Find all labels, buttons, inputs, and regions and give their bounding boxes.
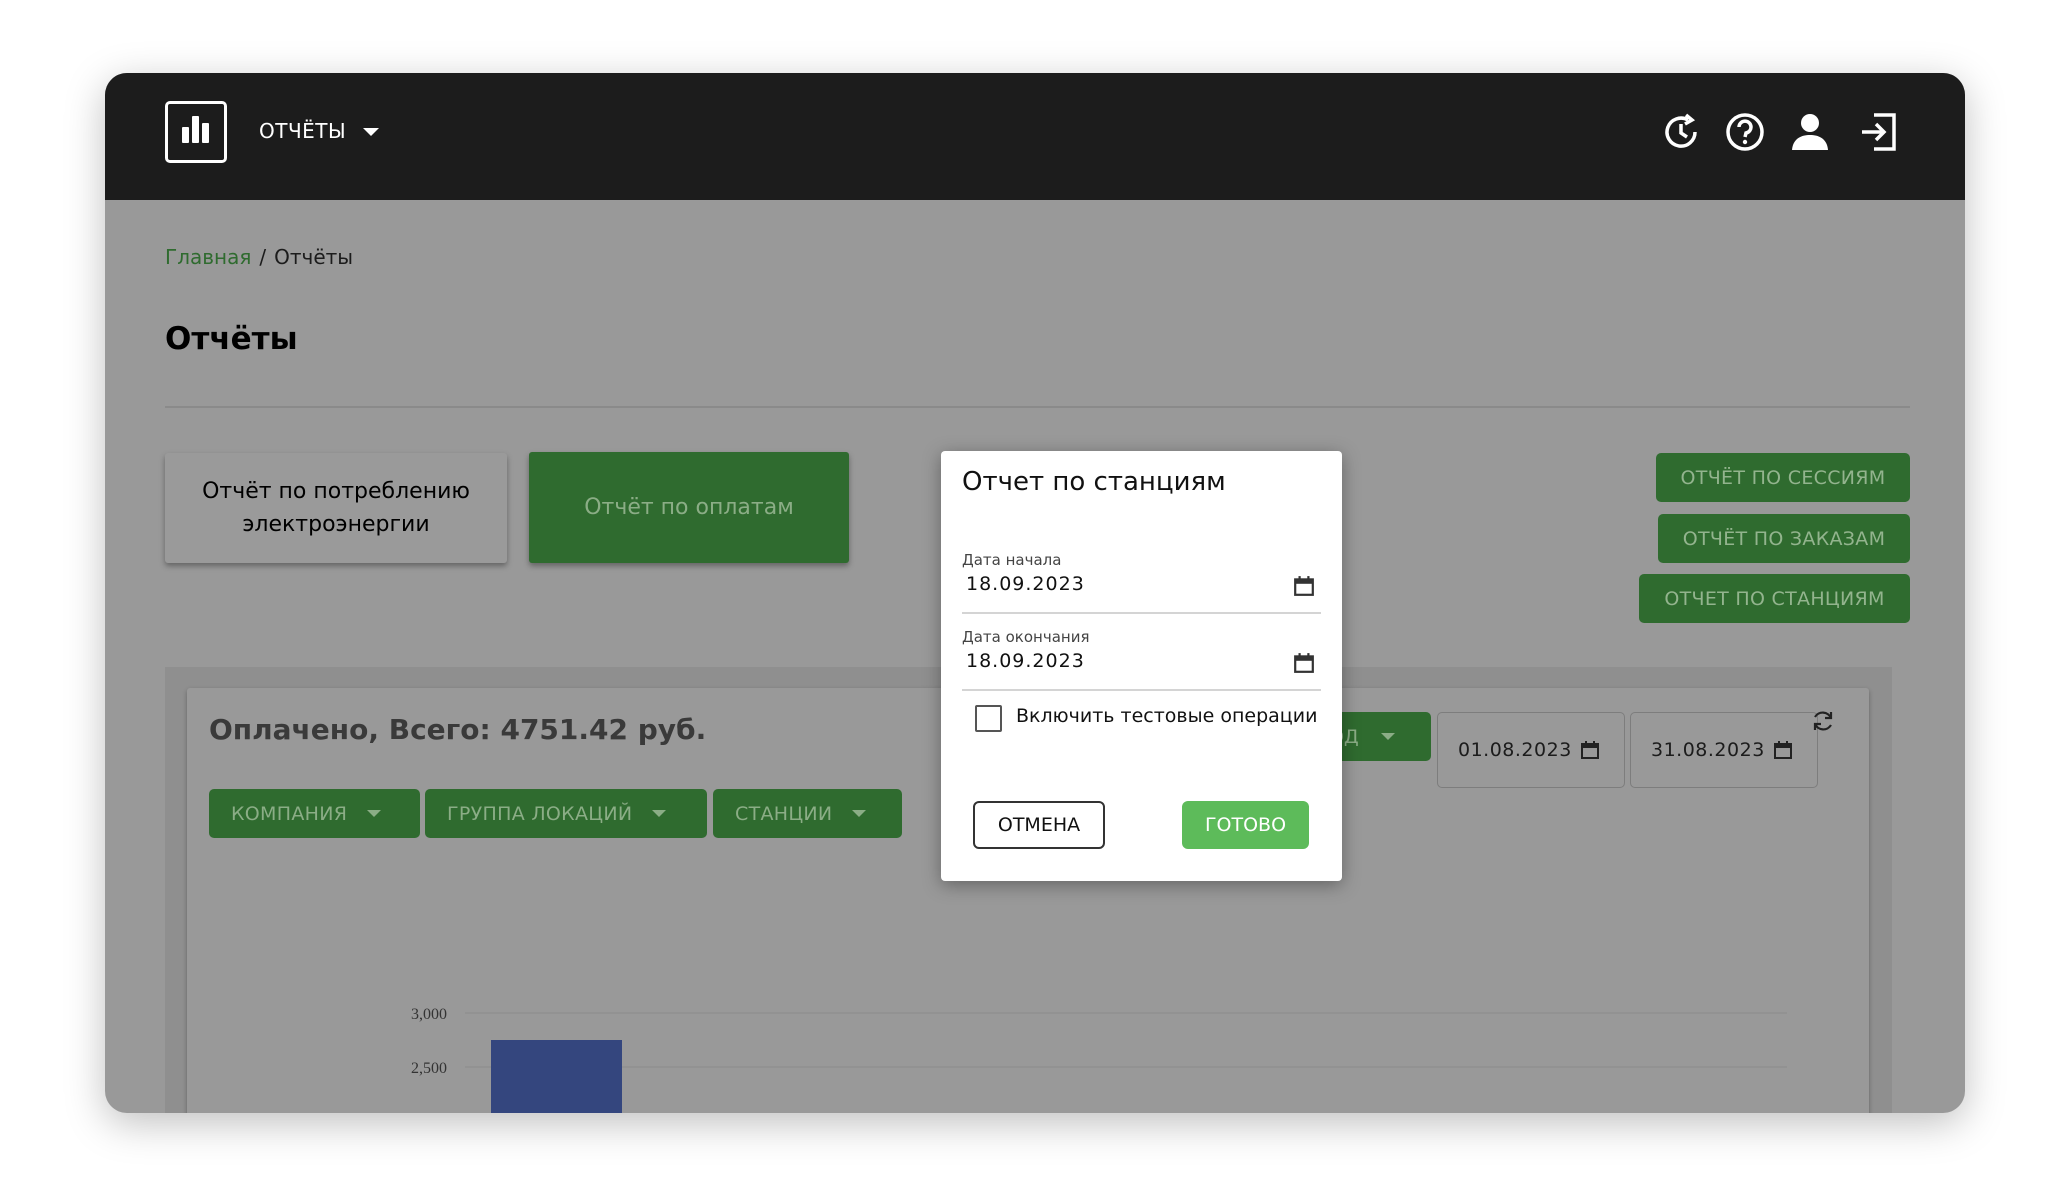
calendar-icon[interactable] bbox=[1773, 740, 1793, 760]
date-to-field[interactable]: 31.08.2023 bbox=[1630, 712, 1818, 788]
page-title: Отчёты bbox=[165, 321, 298, 357]
chevron-down-icon bbox=[1380, 733, 1395, 740]
chevron-down-icon bbox=[652, 810, 667, 817]
end-date-input[interactable]: 18.09.2023 bbox=[966, 650, 1085, 672]
bar-chart-icon[interactable] bbox=[165, 101, 227, 163]
refresh-icon[interactable] bbox=[1810, 708, 1836, 734]
y-tick-label: 2,500 bbox=[411, 1060, 447, 1077]
sessions-report-button[interactable]: ОТЧЁТ ПО СЕССИЯМ bbox=[1656, 453, 1910, 502]
include-test-checkbox[interactable] bbox=[975, 705, 1002, 732]
breadcrumb-current: Отчёты bbox=[274, 245, 354, 269]
calendar-icon[interactable] bbox=[1293, 575, 1315, 597]
start-date-input[interactable]: 18.09.2023 bbox=[966, 573, 1085, 595]
calendar-icon[interactable] bbox=[1580, 740, 1600, 760]
done-button[interactable]: ГОТОВО bbox=[1182, 801, 1309, 849]
company-filter-label: КОМПАНИЯ bbox=[231, 802, 348, 825]
stations-filter-button[interactable]: СТАНЦИИ bbox=[713, 789, 902, 838]
location-group-filter-label: ГРУППА ЛОКАЦИЙ bbox=[447, 802, 633, 825]
top-bar: ОТЧЁТЫ bbox=[105, 73, 1965, 200]
chevron-down-icon bbox=[367, 810, 382, 817]
payments-report-button[interactable]: Отчёт по оплатам bbox=[529, 452, 849, 563]
start-date-underline bbox=[962, 612, 1321, 614]
breadcrumb: Главная / Отчёты bbox=[165, 245, 353, 269]
user-icon[interactable] bbox=[1787, 109, 1833, 155]
breadcrumb-home-link[interactable]: Главная bbox=[165, 245, 251, 269]
end-date-label: Дата окончания bbox=[962, 628, 1090, 646]
consumption-report-label: Отчёт по потреблению электроэнергии bbox=[202, 479, 470, 537]
end-date-underline bbox=[962, 689, 1321, 691]
consumption-report-button[interactable]: Отчёт по потреблению электроэнергии bbox=[165, 453, 507, 563]
y-tick-label: 3,000 bbox=[411, 1006, 447, 1023]
orders-report-button[interactable]: ОТЧЁТ ПО ЗАКАЗАМ bbox=[1658, 514, 1910, 563]
panel-title: Оплачено, Всего: 4751.42 руб. bbox=[209, 713, 707, 746]
company-filter-button[interactable]: КОМПАНИЯ bbox=[209, 789, 420, 838]
cancel-button[interactable]: ОТМЕНА bbox=[973, 801, 1105, 849]
payments-report-label: Отчёт по оплатам bbox=[584, 495, 794, 520]
stations-report-dialog: Отчет по станциям Дата начала 18.09.2023… bbox=[941, 451, 1342, 881]
include-test-label: Включить тестовые операции bbox=[1016, 705, 1318, 727]
breadcrumb-separator: / bbox=[259, 245, 267, 269]
app-window: ОТЧЁТЫ Главная / Отчёты Отчёты Отчёт по по… bbox=[105, 73, 1965, 1113]
date-from-field[interactable]: 01.08.2023 bbox=[1437, 712, 1625, 788]
location-group-filter-button[interactable]: ГРУППА ЛОКАЦИЙ bbox=[425, 789, 707, 838]
logout-icon[interactable] bbox=[1856, 109, 1902, 155]
start-date-label: Дата начала bbox=[962, 551, 1062, 569]
stations-filter-label: СТАНЦИИ bbox=[735, 802, 833, 825]
calendar-icon[interactable] bbox=[1293, 652, 1315, 674]
chevron-down-icon bbox=[852, 810, 867, 817]
stations-report-button[interactable]: ОТЧЕТ ПО СТАНЦИЯМ bbox=[1639, 574, 1910, 623]
history-icon[interactable] bbox=[1658, 109, 1704, 155]
date-from-value: 01.08.2023 bbox=[1458, 739, 1572, 761]
divider bbox=[165, 406, 1910, 408]
chart-bar bbox=[491, 1040, 622, 1113]
chevron-down-icon[interactable] bbox=[363, 128, 379, 136]
reports-menu[interactable]: ОТЧЁТЫ bbox=[259, 119, 346, 143]
dialog-title: Отчет по станциям bbox=[962, 467, 1226, 497]
help-icon[interactable] bbox=[1722, 109, 1768, 155]
date-to-value: 31.08.2023 bbox=[1651, 739, 1765, 761]
payments-chart: 3,0002,5002,0001,500 bbox=[411, 1006, 1787, 1113]
